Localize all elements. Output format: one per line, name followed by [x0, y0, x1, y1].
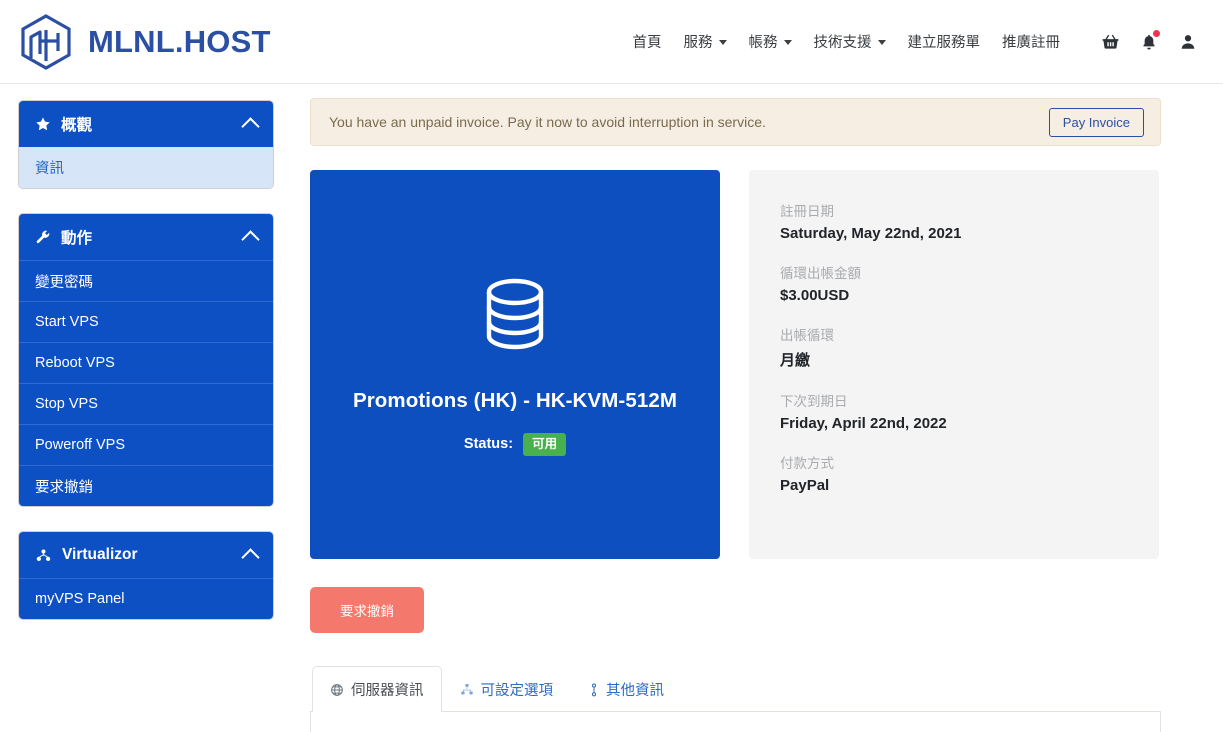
summary-cards-row: Promotions (HK) - HK-KVM-512M Status: 可用…	[310, 170, 1161, 559]
sidebar-panel-actions: 動作 變更密碼 Start VPS Reboot VPS Stop VPS Po…	[18, 213, 274, 507]
sidebar-item-stop-vps-label: Stop VPS	[35, 396, 98, 412]
sidebar-item-myvps-panel[interactable]: myVPS Panel	[19, 578, 273, 619]
nav-item-open-ticket-label: 建立服務單	[907, 35, 981, 51]
info-block-registration-date: 註冊日期 Saturday, May 22nd, 2021	[780, 200, 1159, 242]
sidebar-panel-actions-header[interactable]: 動作	[19, 214, 273, 260]
chevron-down-icon	[718, 40, 727, 45]
info-label-registration-date: 註冊日期	[780, 204, 834, 219]
sidebar-item-poweroff-vps[interactable]: Poweroff VPS	[19, 424, 273, 465]
nav-icon-group	[1095, 27, 1203, 57]
info-value-payment-method: PayPal	[780, 477, 830, 494]
tab-configurable-options[interactable]: 可設定選項	[442, 666, 572, 712]
nav-item-support-label: 技術支援	[813, 35, 872, 51]
sidebar: 概觀 資訊 動作 變更密碼 Start VPS Reboot VPS Stop …	[0, 84, 292, 732]
info-label-billing-cycle: 出帳循環	[780, 328, 834, 343]
product-summary-card: Promotions (HK) - HK-KVM-512M Status: 可用	[310, 170, 720, 559]
tab-configurable-options-label: 可設定選項	[480, 683, 554, 699]
tab-other-information-label: 其他資訊	[606, 683, 664, 699]
sidebar-panel-overview-title: 概觀	[61, 117, 93, 134]
status-badge: 可用	[523, 433, 567, 456]
tab-server-information-label: 伺服器資訊	[351, 683, 424, 699]
nav-item-billing[interactable]: 帳務	[738, 23, 803, 60]
brand-name: MLNL.HOST	[88, 23, 271, 59]
info-block-billing-cycle: 出帳循環 月繳	[780, 324, 1159, 370]
sidebar-item-information[interactable]: 資訊	[19, 147, 273, 188]
page-body: 概觀 資訊 動作 變更密碼 Start VPS Reboot VPS Stop …	[0, 84, 1223, 732]
nav-item-services[interactable]: 服務	[673, 23, 738, 60]
top-navigation-bar: MLNL.HOST 首頁 服務 帳務 技術支援 建立服務單 推廣註冊	[0, 0, 1223, 84]
nav-item-open-ticket[interactable]: 建立服務單	[897, 23, 992, 60]
sidebar-panel-actions-title: 動作	[61, 230, 93, 247]
tab-other-information[interactable]: 其他資訊	[571, 666, 682, 712]
sidebar-panel-virtualizor-header[interactable]: Virtualizor	[19, 532, 273, 578]
detail-tabs: 伺服器資訊 可設定選項 其他資訊	[310, 666, 1161, 712]
sidebar-item-change-password-label: 變更密碼	[35, 274, 93, 291]
alert-message: You have an unpaid invoice. Pay it now t…	[329, 114, 766, 130]
tab-panel-server-information: 主機網域名稱 Qaz69	[310, 712, 1161, 732]
info-block-payment-method: 付款方式 PayPal	[780, 452, 1159, 494]
nav-item-services-label: 服務	[683, 35, 713, 51]
nav-item-affiliates-label: 推廣註冊	[1002, 35, 1060, 51]
sidebar-item-request-cancellation-label: 要求撤銷	[35, 479, 93, 496]
star-icon	[35, 116, 51, 132]
sidebar-item-poweroff-vps-label: Poweroff VPS	[35, 437, 126, 453]
nav-item-home-label: 首頁	[632, 35, 662, 51]
bell-notification-icon[interactable]	[1134, 27, 1164, 57]
brand-logo[interactable]: MLNL.HOST	[18, 13, 271, 71]
product-title: Promotions (HK) - HK-KVM-512M	[352, 389, 678, 412]
info-value-billing-cycle: 月繳	[780, 352, 811, 369]
sidebar-panel-virtualizor: Virtualizor myVPS Panel	[18, 531, 274, 620]
chevron-up-icon	[241, 548, 260, 567]
sidebar-item-myvps-panel-label: myVPS Panel	[35, 591, 125, 607]
database-stack-icon	[484, 278, 546, 355]
sidebar-item-start-vps[interactable]: Start VPS	[19, 301, 273, 342]
tab-server-information[interactable]: 伺服器資訊	[312, 666, 442, 712]
sidebar-panel-virtualizor-title: Virtualizor	[62, 546, 138, 563]
sidebar-panel-overview: 概觀 資訊	[18, 100, 274, 189]
shopping-basket-icon[interactable]	[1095, 27, 1125, 57]
notification-badge-dot	[1153, 29, 1160, 37]
sidebar-item-stop-vps[interactable]: Stop VPS	[19, 383, 273, 424]
sidebar-panel-overview-header[interactable]: 概觀	[19, 101, 273, 147]
network-nodes-icon	[35, 548, 52, 563]
main-nav: 首頁 服務 帳務 技術支援 建立服務單 推廣註冊	[622, 23, 1204, 60]
nav-item-home[interactable]: 首頁	[622, 23, 673, 60]
sidebar-item-reboot-vps-label: Reboot VPS	[35, 355, 115, 371]
user-account-icon[interactable]	[1173, 27, 1203, 57]
sidebar-item-information-label: 資訊	[35, 161, 64, 177]
info-value-recurring-amount: $3.00USD	[780, 287, 850, 304]
sidebar-item-request-cancellation[interactable]: 要求撤銷	[19, 465, 273, 506]
wrench-icon	[35, 229, 51, 245]
pay-invoice-button[interactable]: Pay Invoice	[1048, 107, 1144, 137]
sidebar-item-change-password[interactable]: 變更密碼	[19, 260, 273, 301]
hexagon-m-logo-icon	[18, 13, 74, 71]
info-block-recurring-amount: 循環出帳金額 $3.00USD	[780, 262, 1159, 304]
chevron-up-icon	[241, 117, 260, 136]
chevron-up-icon	[241, 230, 260, 249]
sidebar-item-reboot-vps[interactable]: Reboot VPS	[19, 342, 273, 383]
info-value-next-due-date: Friday, April 22nd, 2022	[780, 415, 947, 432]
main-content: You have an unpaid invoice. Pay it now t…	[292, 84, 1223, 732]
info-block-next-due-date: 下次到期日 Friday, April 22nd, 2022	[780, 390, 1159, 432]
sidebar-item-start-vps-label: Start VPS	[35, 314, 99, 330]
info-value-registration-date: Saturday, May 22nd, 2021	[780, 225, 962, 242]
info-pin-icon	[589, 683, 599, 697]
info-label-payment-method: 付款方式	[780, 456, 834, 471]
info-label-next-due-date: 下次到期日	[780, 394, 848, 409]
nav-item-billing-label: 帳務	[748, 35, 778, 51]
sitemap-icon	[460, 683, 474, 696]
globe-icon	[330, 683, 344, 697]
info-label-recurring-amount: 循環出帳金額	[780, 266, 861, 281]
chevron-down-icon	[783, 40, 792, 45]
unpaid-invoice-alert: You have an unpaid invoice. Pay it now t…	[310, 98, 1161, 146]
nav-item-affiliates[interactable]: 推廣註冊	[991, 23, 1071, 60]
nav-item-support[interactable]: 技術支援	[803, 23, 897, 60]
billing-info-card: 註冊日期 Saturday, May 22nd, 2021 循環出帳金額 $3.…	[749, 170, 1159, 559]
product-status-row: Status: 可用	[463, 433, 567, 456]
request-cancellation-button[interactable]: 要求撤銷	[310, 587, 424, 633]
status-label: Status:	[463, 436, 514, 453]
chevron-down-icon	[877, 40, 886, 45]
